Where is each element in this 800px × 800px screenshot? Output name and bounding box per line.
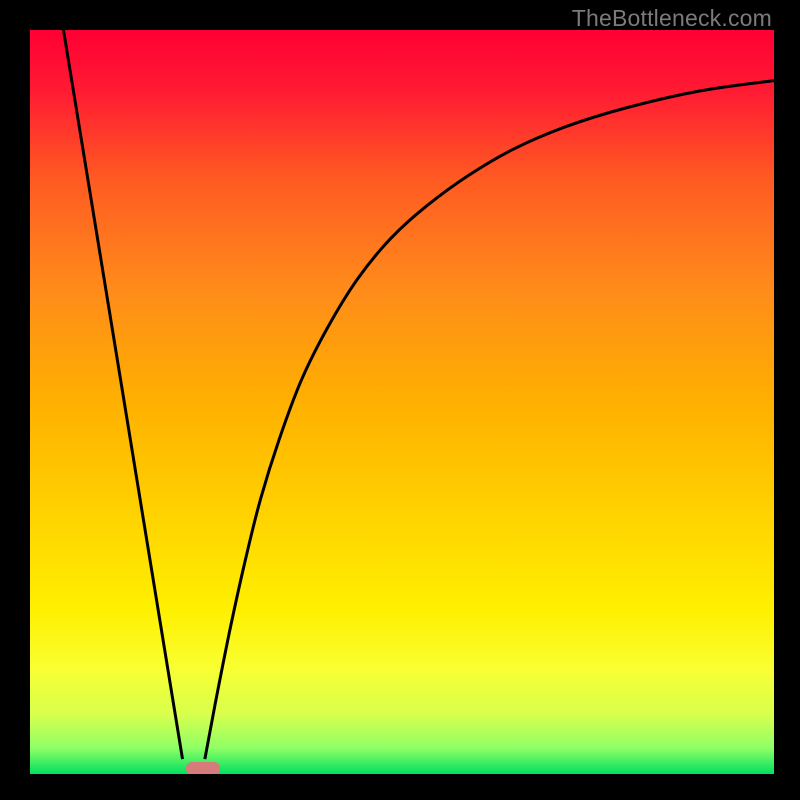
curve-right: [205, 81, 774, 760]
plot-area: [30, 30, 774, 774]
curve-left: [63, 30, 182, 759]
chart-frame: TheBottleneck.com: [0, 0, 800, 800]
curve-layer: [30, 30, 774, 774]
bottleneck-marker: [186, 762, 220, 774]
watermark-text: TheBottleneck.com: [572, 5, 772, 32]
